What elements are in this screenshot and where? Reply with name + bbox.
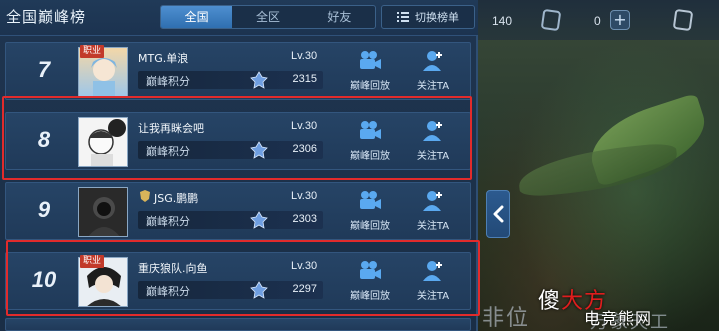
add-resource-button[interactable]: + xyxy=(610,10,630,30)
score-value: 2303 xyxy=(292,213,317,225)
rank-emblem-icon xyxy=(250,71,268,89)
rank-emblem-icon xyxy=(250,141,268,159)
player-name: JSG.鹏鹏 xyxy=(154,192,199,205)
score-bar: 巅峰积分 2315 xyxy=(138,71,323,89)
resource-count-a: 140 xyxy=(492,14,513,28)
score-value: 2306 xyxy=(292,143,317,155)
page-title: 全国巅峰榜 xyxy=(6,8,87,26)
avatar[interactable] xyxy=(78,187,128,237)
resource-bar: 140 0 + xyxy=(478,0,719,40)
ranking-panel: 全国巅峰榜 全国 全区 好友 切换榜单 7 职业 MTG.单浪 Lv.30 巅峰… xyxy=(0,0,478,331)
rank-number: 10 xyxy=(31,267,57,292)
score-label: 巅峰积分 xyxy=(146,75,190,88)
follow-user-icon xyxy=(423,51,442,71)
table-row[interactable]: 7 职业 MTG.单浪 Lv.30 巅峰积分 2315 巅峰回放 关注TA xyxy=(5,42,471,100)
leaf-decoration-2 xyxy=(516,141,680,199)
avatar-art xyxy=(88,197,120,236)
video-camera-icon xyxy=(360,191,381,209)
avatar-art xyxy=(88,119,126,166)
pro-badge: 职业 xyxy=(80,255,105,268)
table-row-partial xyxy=(5,318,471,331)
gem-icon xyxy=(672,8,694,32)
avatar[interactable] xyxy=(78,117,128,167)
follow-button[interactable]: 关注TA xyxy=(409,259,457,305)
follow-label: 关注TA xyxy=(416,81,450,92)
player-name: 让我再眯会吧 xyxy=(138,122,204,135)
collapse-panel-button[interactable] xyxy=(486,190,510,238)
player-name: MTG.单浪 xyxy=(138,52,189,65)
rank-emblem-icon xyxy=(250,281,268,299)
replay-label: 巅峰回放 xyxy=(350,291,390,302)
rank-number: 7 xyxy=(37,57,51,82)
game-background-scene: 140 0 + 非位 万象天工 xyxy=(478,0,719,331)
follow-label: 关注TA xyxy=(416,221,450,232)
score-bar: 巅峰积分 2297 xyxy=(138,281,323,299)
scene-text-left: 非位 xyxy=(482,306,531,331)
tab-national[interactable]: 全国 xyxy=(161,6,233,28)
list-icon xyxy=(397,12,409,22)
rank-number: 9 xyxy=(37,197,51,222)
replay-button[interactable]: 巅峰回放 xyxy=(346,119,394,165)
video-camera-icon xyxy=(360,261,381,279)
score-bar: 巅峰积分 2303 xyxy=(138,211,323,229)
replay-button[interactable]: 巅峰回放 xyxy=(346,259,394,305)
score-bar: 巅峰积分 2306 xyxy=(138,141,323,159)
card-icon xyxy=(540,8,562,32)
follow-button[interactable]: 关注TA xyxy=(409,49,457,95)
follow-user-icon xyxy=(423,121,442,141)
pro-badge: 职业 xyxy=(80,45,105,58)
score-label: 巅峰积分 xyxy=(146,285,190,298)
player-level: Lv.30 xyxy=(291,190,318,202)
table-row[interactable]: 10 职业 重庆狼队.向鱼 Lv.30 巅峰积分 2297 巅峰回放 关注TA xyxy=(5,252,471,310)
tab-friends[interactable]: 好友 xyxy=(304,6,375,28)
follow-button[interactable]: 关注TA xyxy=(409,119,457,165)
player-level: Lv.30 xyxy=(291,260,318,272)
scope-tabs: 全国 全区 好友 xyxy=(160,5,376,29)
video-camera-icon xyxy=(360,121,381,139)
watermark-part1: 傻 xyxy=(538,289,562,314)
switch-leaderboard-button[interactable]: 切换榜单 xyxy=(381,5,475,29)
score-value: 2297 xyxy=(292,283,317,295)
video-camera-icon xyxy=(360,51,381,69)
panel-header: 全国巅峰榜 全国 全区 好友 切换榜单 xyxy=(0,0,478,36)
chevron-left-icon xyxy=(493,205,504,223)
guild-icon xyxy=(140,190,150,202)
replay-label: 巅峰回放 xyxy=(350,151,390,162)
score-label: 巅峰积分 xyxy=(146,145,190,158)
rank-number: 8 xyxy=(37,127,51,152)
player-level: Lv.30 xyxy=(291,120,318,132)
table-row[interactable]: 8 让我再眯会吧 Lv.30 巅峰积分 2306 巅峰回放 关注TA xyxy=(5,112,471,170)
follow-label: 关注TA xyxy=(416,291,450,302)
rank-emblem-icon xyxy=(250,211,268,229)
follow-user-icon xyxy=(423,191,442,211)
follow-button[interactable]: 关注TA xyxy=(409,189,457,235)
replay-button[interactable]: 巅峰回放 xyxy=(346,189,394,235)
player-level: Lv.30 xyxy=(291,50,318,62)
replay-label: 巅峰回放 xyxy=(350,81,390,92)
replay-button[interactable]: 巅峰回放 xyxy=(346,49,394,95)
score-value: 2315 xyxy=(292,73,317,85)
watermark-sub: 电竞熊网 xyxy=(584,309,653,328)
replay-label: 巅峰回放 xyxy=(350,221,390,232)
follow-user-icon xyxy=(423,261,442,281)
resource-count-b: 0 xyxy=(594,14,601,28)
table-row[interactable]: 9 JSG.鹏鹏 Lv.30 巅峰积分 2303 巅峰回放 关注TA xyxy=(5,182,471,240)
player-name: 重庆狼队.向鱼 xyxy=(138,262,208,275)
tab-region[interactable]: 全区 xyxy=(232,6,303,28)
switch-leaderboard-label: 切换榜单 xyxy=(415,11,459,24)
follow-label: 关注TA xyxy=(416,151,450,162)
score-label: 巅峰积分 xyxy=(146,215,190,228)
